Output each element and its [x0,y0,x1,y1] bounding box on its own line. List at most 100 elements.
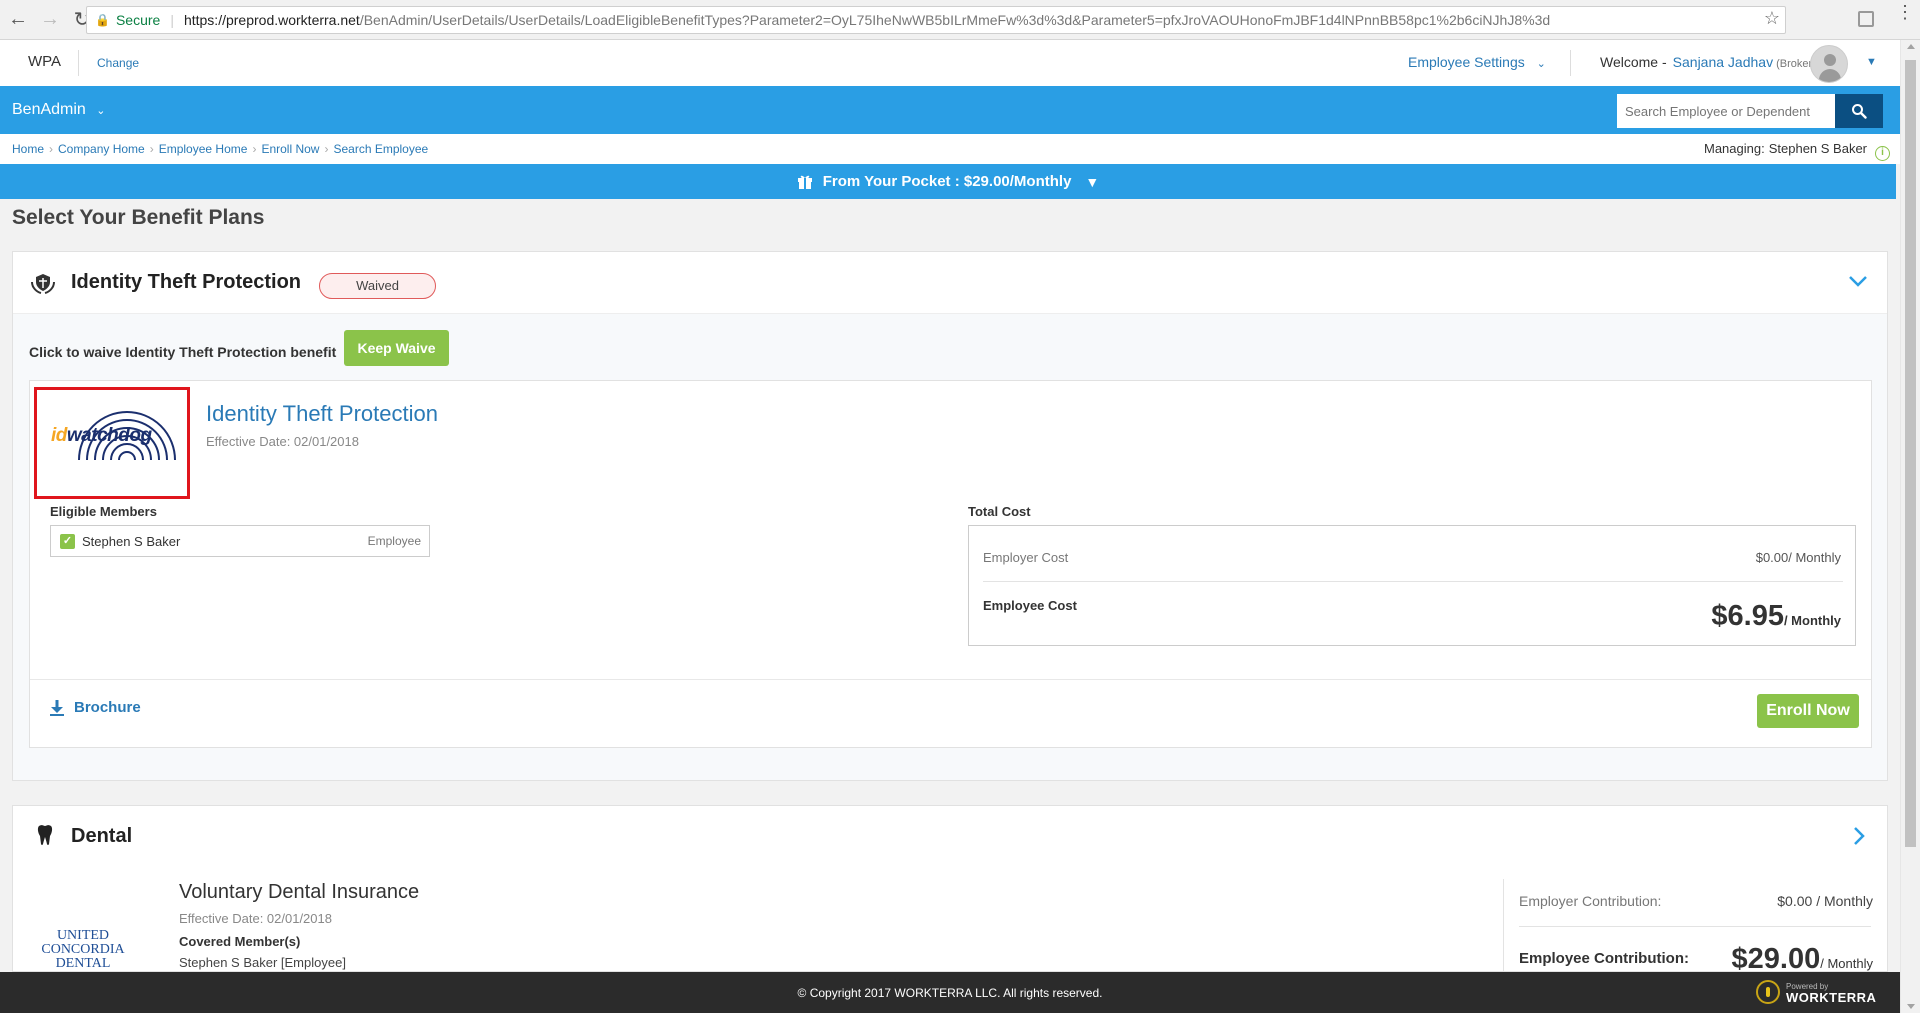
caret-down-icon[interactable]: ▼ [1866,56,1877,68]
checkbox-checked[interactable]: ✓ [60,534,75,549]
url-path: /BenAdmin/UserDetails/UserDetails/LoadEl… [359,12,1551,28]
chevron-right-icon[interactable] [1849,825,1869,847]
united-concordia-logo: UNITED CONCORDIA DENTAL [33,929,133,971]
breadcrumb-search-employee[interactable]: Search Employee [333,142,428,156]
covered-member: Stephen S Baker [Employee] [179,955,346,970]
url-separator: | [170,12,174,28]
brochure-link[interactable]: Brochure [50,699,141,716]
employee-settings-dropdown[interactable]: Employee Settings ⌄ [1408,54,1546,70]
total-cost-label: Total Cost [968,504,1031,519]
scroll-up-arrow-icon[interactable] [1907,44,1915,49]
enroll-now-button[interactable]: Enroll Now [1757,694,1859,728]
employer-contribution-value: $0.00 / Monthly [1777,893,1873,909]
main-nav: BenAdmin ⌄ [0,86,1900,134]
top-header: WPA Change Employee Settings ⌄ Welcome -… [0,40,1900,86]
search-input[interactable] [1617,94,1835,128]
managing-label: Managing: [1704,141,1765,156]
employer-contribution-label: Employer Contribution: [1519,893,1662,909]
breadcrumb-employee-home[interactable]: Employee Home [159,142,248,156]
search-icon [1852,104,1867,119]
keep-waive-button[interactable]: Keep Waive [344,330,449,366]
waive-instruction: Click to waive Identity Theft Protection… [29,344,337,360]
user-name[interactable]: Sanjana Jadhav [1673,54,1773,70]
gift-icon [797,175,812,189]
logo-id: id [51,425,67,446]
managing-name: Stephen S Baker [1768,141,1868,156]
chevron-right-icon: › [49,142,54,156]
back-icon[interactable]: ← [4,6,32,34]
dental-divider [1503,879,1504,971]
bookmark-star-icon[interactable]: ☆ [1764,8,1780,29]
itp-card-header[interactable]: Identity Theft Protection Waived [13,252,1887,314]
breadcrumb-home[interactable]: Home [12,142,44,156]
app-name: WPA [28,53,62,70]
breadcrumb-company-home[interactable]: Company Home [58,142,145,156]
pocket-summary-bar[interactable]: From Your Pocket : $29.00/Monthly ▼ [0,164,1896,199]
browser-menu-icon[interactable]: ⋮ [1896,3,1914,21]
address-bar[interactable]: 🔒 Secure | https://preprod.workterra.net… [86,6,1786,34]
welcome-text: Welcome - Sanjana Jadhav (Broker) [1600,54,1816,70]
employee-contribution-label: Employee Contribution: [1519,950,1689,967]
breadcrumb-enroll-now[interactable]: Enroll Now [261,142,319,156]
dental-effective-date: Effective Date: 02/01/2018 [179,911,332,926]
employee-cost-label: Employee Cost [983,598,1077,613]
itp-plan-panel: idwatchdog Identity Theft Protection Eff… [29,380,1872,748]
browser-toolbar: ← → ↻ 🔒 Secure | https://preprod.workter… [0,0,1920,40]
plan-footer-divider [30,679,1871,680]
scrollbar-thumb[interactable] [1905,60,1916,847]
employee-settings-label: Employee Settings [1408,54,1525,70]
cost-divider [983,581,1843,582]
change-link[interactable]: Change [97,56,139,70]
dental-benefit-card: Dental UNITED CONCORDIA DENTAL Voluntary… [12,805,1888,972]
url-host: https://preprod.workterra.net [183,12,360,28]
extension-icon[interactable] [1858,11,1874,27]
powered-by-logo: Powered by WORKTERRA [1756,980,1876,1004]
header-divider [1570,50,1571,76]
ucd-logo-line1: UNITED CONCORDIA [41,928,125,957]
eligible-members-label: Eligible Members [50,504,157,519]
breadcrumb-row: Home › Company Home › Employee Home › Enroll N… [0,134,1900,164]
chevron-right-icon: › [324,142,329,156]
workterra-brand: WORKTERRA [1786,990,1877,1005]
member-type: Employee [367,534,421,548]
plan-name-link[interactable]: Identity Theft Protection [206,401,438,427]
forward-icon[interactable]: → [36,6,64,34]
employee-cost-value: $6.95/ Monthly [1711,600,1841,633]
member-row[interactable]: ✓ Stephen S Baker Employee [50,525,430,557]
powered-by-text: Powered by WORKTERRA [1786,981,1877,1005]
breadcrumb: Home › Company Home › Employee Home › Enroll N… [12,142,428,156]
benadmin-menu[interactable]: BenAdmin ⌄ [12,101,106,119]
cost-panel: Employer Cost $0.00/ Monthly Employee Co… [968,525,1856,646]
employer-cost-value: $0.00/ Monthly [1755,550,1841,565]
chevron-down-icon[interactable] [1847,270,1869,292]
welcome-label: Welcome - [1600,54,1667,70]
info-icon[interactable]: i [1875,146,1891,161]
benadmin-label: BenAdmin [12,101,86,118]
employee-cost-amount: $6.95 [1711,600,1784,632]
covered-members-label: Covered Member(s) [179,934,301,949]
contribution-divider [1519,926,1871,927]
itp-benefit-card: Identity Theft Protection Waived Click t… [12,251,1888,781]
status-badge: Waived [319,273,436,299]
ucd-logo-line2: DENTAL [55,956,111,971]
chevron-down-icon: ⌄ [1536,58,1546,70]
effective-date: Effective Date: 02/01/2018 [206,434,359,449]
page-scrollbar[interactable] [1900,40,1920,1013]
logo-wordmark: idwatchdog [51,425,152,447]
avatar[interactable] [1810,45,1848,83]
caret-down-icon[interactable]: ▼ [1085,174,1099,190]
workterra-logo-icon [1756,980,1780,1004]
search-button[interactable] [1835,94,1883,128]
scroll-down-arrow-icon[interactable] [1907,1004,1915,1009]
shield-hands-icon [31,274,55,294]
header-divider [78,50,79,76]
dental-plan-name: Voluntary Dental Insurance [179,881,420,903]
download-icon [50,699,64,716]
employee-contribution-amount: $29.00 [1731,943,1821,972]
dental-card-title: Dental [71,825,133,847]
itp-card-body: Click to waive Identity Theft Protection… [13,314,1887,780]
page-footer: © Copyright 2017 WORKTERRA LLC. All righ… [0,972,1900,1013]
member-name: Stephen S Baker [82,534,181,549]
employer-cost-label: Employer Cost [983,550,1069,565]
page-title: Select Your Benefit Plans [12,206,265,229]
